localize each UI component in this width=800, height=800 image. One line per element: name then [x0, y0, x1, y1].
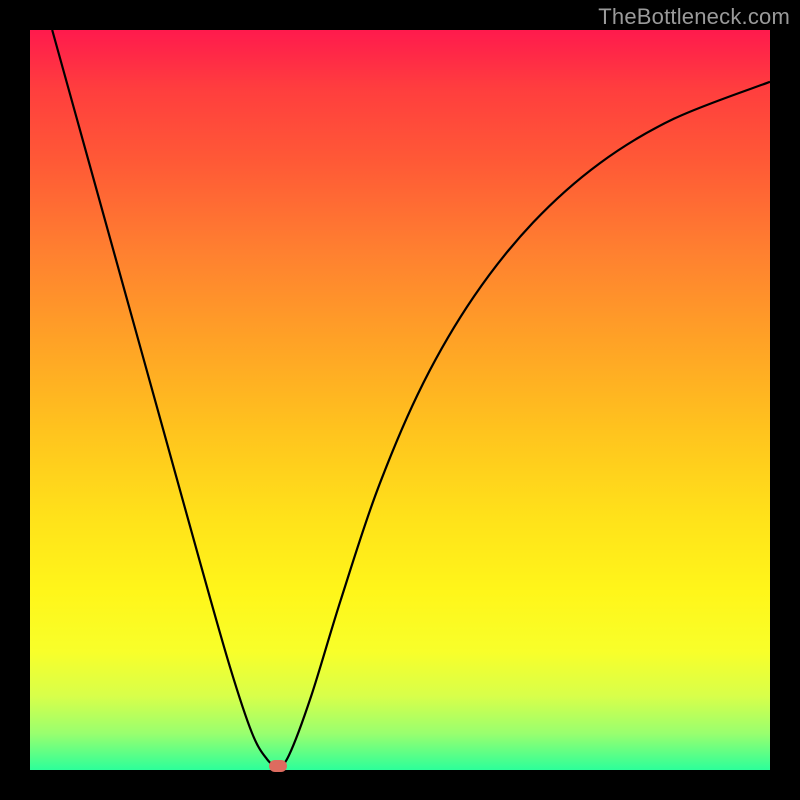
curve-path — [52, 30, 770, 766]
chart-frame: TheBottleneck.com — [0, 0, 800, 800]
minimum-marker — [269, 760, 287, 772]
plot-area — [30, 30, 770, 770]
bottleneck-curve — [30, 30, 770, 770]
watermark-text: TheBottleneck.com — [598, 4, 790, 30]
